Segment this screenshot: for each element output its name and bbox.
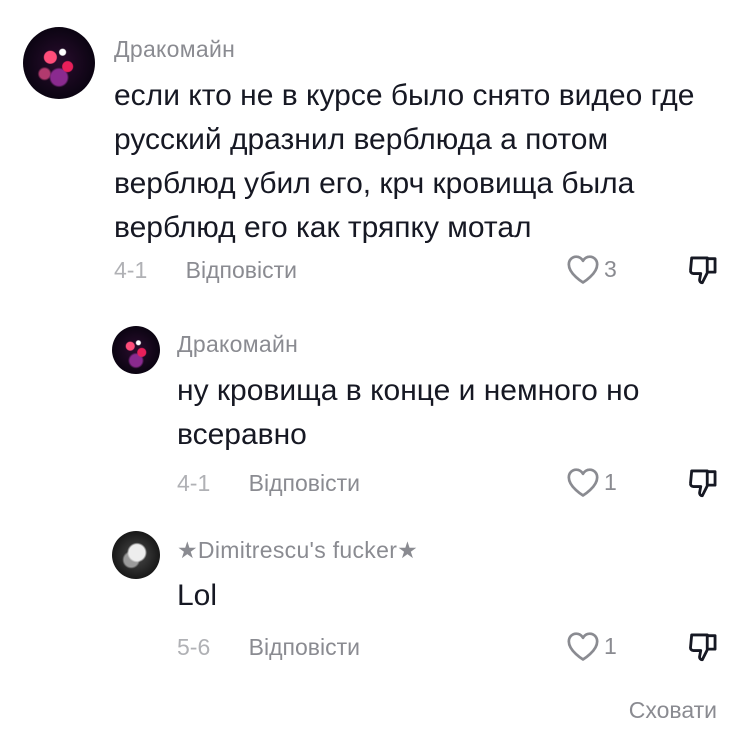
comment-date: 5-6 xyxy=(177,634,211,660)
heart-icon xyxy=(567,632,599,661)
comment-meta: 4-1 Відповісти xyxy=(177,470,360,497)
reply-button[interactable]: Відповісти xyxy=(249,634,360,661)
like-count: 1 xyxy=(604,468,617,495)
comment-text: ну кровища в конце и немного но всеравно xyxy=(177,374,640,451)
dislike-button[interactable] xyxy=(686,253,720,287)
heart-icon xyxy=(567,468,599,497)
hide-replies-button[interactable]: Сховати xyxy=(629,697,717,724)
reply-button[interactable]: Відповісти xyxy=(249,470,360,497)
comment-meta: 5-6 Відповісти xyxy=(177,634,360,661)
user-avatar-icon[interactable] xyxy=(23,27,95,99)
like-count: 1 xyxy=(604,632,617,659)
comment-meta: 4-1 Відповісти xyxy=(114,257,297,284)
comment-username[interactable]: Дракомайн xyxy=(177,331,298,358)
comment-text: если кто не в курсе было снято видео где… xyxy=(114,79,695,244)
thumbs-down-icon xyxy=(689,256,717,285)
thumbs-down-icon xyxy=(689,469,717,498)
like-button[interactable]: 1 xyxy=(566,466,617,498)
reply-button[interactable]: Відповісти xyxy=(186,257,297,284)
dislike-button[interactable] xyxy=(686,630,720,664)
user-avatar-icon[interactable] xyxy=(112,531,160,579)
thumbs-down-icon xyxy=(689,633,717,662)
comment-date: 4-1 xyxy=(177,470,211,496)
like-button[interactable]: 1 xyxy=(566,630,617,662)
like-count: 3 xyxy=(604,255,617,282)
comment-text: Lol xyxy=(177,579,218,612)
dislike-button[interactable] xyxy=(686,466,720,500)
heart-icon xyxy=(567,255,599,284)
user-avatar-icon[interactable] xyxy=(112,326,160,374)
comment-date: 4-1 xyxy=(114,257,148,283)
comment-username[interactable]: ★Dimitrescu's fucker★ xyxy=(177,537,418,564)
comment-username[interactable]: Дракомайн xyxy=(114,36,235,63)
like-button[interactable]: 3 xyxy=(566,253,617,285)
